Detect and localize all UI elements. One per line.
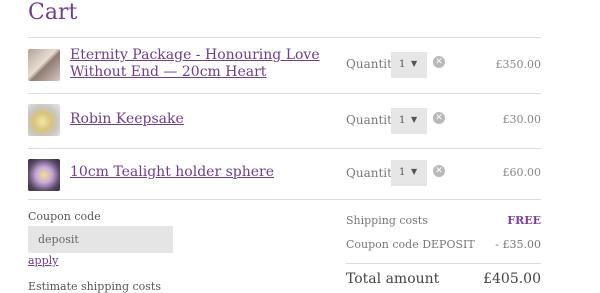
coupon-code-label: Coupon code <box>28 210 101 223</box>
product-link[interactable]: Eternity Package - Honouring Love Withou… <box>70 47 330 81</box>
divider <box>28 199 541 200</box>
quantity-select[interactable]: 1 ▼ <box>391 160 427 186</box>
quantity-value: 1 <box>399 59 406 70</box>
quantity-select[interactable]: 1 ▼ <box>391 52 427 78</box>
line-price: £30.00 <box>502 113 542 126</box>
line-price: £60.00 <box>502 166 542 179</box>
cart-item: Eternity Package - Honouring Love Withou… <box>28 38 541 93</box>
cart-item: 10cm Tealight holder sphere Quantity 1 ▼… <box>28 149 541 204</box>
remove-item-icon[interactable]: ✕ <box>433 165 445 177</box>
remove-item-icon[interactable]: ✕ <box>433 112 445 124</box>
divider <box>346 263 541 264</box>
caret-down-icon: ▼ <box>411 167 418 176</box>
product-thumbnail[interactable] <box>28 104 60 136</box>
product-thumbnail[interactable] <box>28 49 60 81</box>
product-link[interactable]: Robin Keepsake <box>70 111 330 128</box>
coupon-discount-label: Coupon code DEPOSIT <box>346 238 475 251</box>
cart-item: Robin Keepsake Quantity 1 ▼ ✕ £30.00 <box>28 94 541 149</box>
line-price: £350.00 <box>495 58 542 71</box>
coupon-discount-value: - £35.00 <box>495 238 541 251</box>
shipping-costs-label: Shipping costs <box>346 214 428 227</box>
estimate-shipping-heading: Estimate shipping costs <box>28 280 161 293</box>
total-amount-value: £405.00 <box>483 271 541 287</box>
caret-down-icon: ▼ <box>411 59 418 68</box>
shipping-costs-value: FREE <box>507 214 541 227</box>
quantity-select[interactable]: 1 ▼ <box>391 108 427 134</box>
total-amount-label: Total amount <box>346 271 440 287</box>
apply-coupon-link[interactable]: apply <box>28 254 58 267</box>
product-link[interactable]: 10cm Tealight holder sphere <box>70 164 330 181</box>
quantity-value: 1 <box>399 115 406 126</box>
quantity-value: 1 <box>399 167 406 178</box>
product-thumbnail[interactable] <box>28 159 60 191</box>
remove-item-icon[interactable]: ✕ <box>433 56 445 68</box>
coupon-code-input[interactable] <box>28 226 173 253</box>
caret-down-icon: ▼ <box>411 115 418 124</box>
page-title: Cart <box>28 0 78 25</box>
